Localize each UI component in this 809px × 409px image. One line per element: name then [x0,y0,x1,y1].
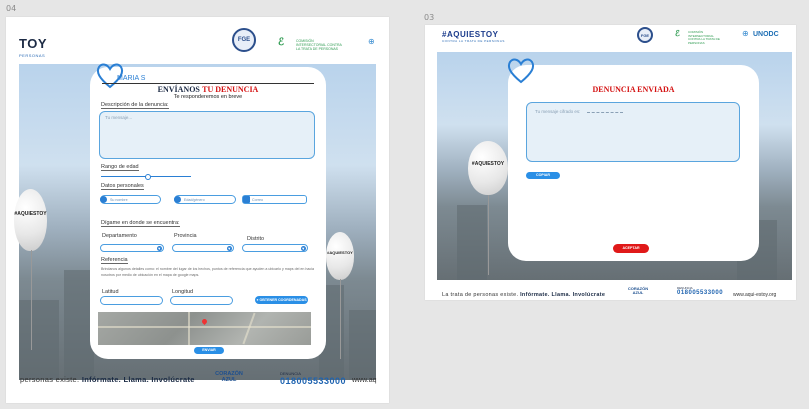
fge-seal-icon: FGE [232,28,256,52]
form-title: ENVÍANOS TU DENUNCIA [157,85,259,94]
commission-logo-icon: ℰ [278,37,285,48]
reference-label: Referencia [101,257,128,264]
name-field[interactable]: Su nombre [100,195,161,204]
description-textarea[interactable]: Tu mensaje... [99,111,315,159]
copy-button[interactable]: COPIAR [526,172,560,179]
google-map[interactable] [98,312,311,345]
website-url: www.aqui-estoy.org [733,292,777,298]
balloon-left: #AQUIESTOY [14,189,47,251]
age-range-label: Rango de edad [101,164,139,171]
brand-sub: PERSONAS [19,53,46,58]
department-select[interactable]: ▼ [100,244,164,252]
description-label: Descripción de la denuncia: [101,102,169,109]
section-label-left: 04 [6,4,17,13]
age-gender-field[interactable]: Edad/género [174,195,236,204]
chevron-down-icon: ▼ [300,245,306,251]
encrypted-message-textarea[interactable]: Tu mensaje cifrado es: [526,102,740,162]
latitude-label: Latitud [102,289,119,295]
poster-left: TOY PERSONAS FGE ℰ COMISIÓN INTERSECTORI… [6,17,389,403]
brand-logo: #AQUIESTOY [442,30,499,39]
province-label: Provincia [174,233,197,239]
unodc-logo: UNODC [753,31,779,38]
department-label: Departamento [102,233,137,239]
user-name: MARIA S [117,75,146,82]
fge-seal-icon: FGE [637,27,653,43]
location-label: Dígame en donde se encuentra: [101,220,180,227]
section-label-right: 03 [424,13,435,22]
district-select[interactable]: ▼ [242,244,308,252]
heart-icon [507,58,535,84]
get-coordinates-button[interactable]: ● OBTENER COORDENADAS [255,296,308,304]
commission-logo-icon: ℰ [675,29,680,38]
longitude-field[interactable] [170,296,233,305]
balloon-left: #AQUIESTOY [468,141,508,195]
confirmation-card: DENUNCIA ENVIADA Tu mensaje cifrado es: … [507,58,759,261]
denuncia-phone: 018005533000 [677,290,724,296]
map-pin-icon [200,317,209,326]
accept-button[interactable]: ACEPTAR [613,244,649,253]
report-form-card: MARIA S ENVÍANOS TU DENUNCIA Te responde… [90,63,326,359]
website-url: www.aq [352,377,377,384]
personal-data-label: Datos personales [101,183,144,190]
corazon-azul-logo: CORAZÓN AZUL [215,371,243,383]
send-button[interactable]: ENVIAR [194,347,224,354]
brand-sub: CONTRA LA TRATA DE PERSONAS [442,39,505,43]
balloon-right: #AQUIESTOY [326,232,354,280]
latitude-field[interactable] [100,296,163,305]
form-subtitle: Te responderemos en breve [173,94,243,100]
reference-help-text: Brindanos algunos detalles como: el nomb… [101,267,314,277]
footer-slogan: personas existe. Infórmate. Llama. Invol… [20,375,195,384]
chevron-down-icon: ▼ [226,245,232,251]
brand-logo: TOY [19,36,47,51]
age-range-slider[interactable] [101,174,191,180]
footer-slogan: La trata de personas existe. Infórmate. … [442,292,606,298]
corazon-azul-logo: CORAZÓN AZUL [627,286,649,295]
district-label: Distrito [247,236,265,242]
chevron-down-icon: ▼ [156,245,162,251]
email-field[interactable]: Correo [242,195,307,204]
denuncia-phone: 018005533000 [280,376,347,386]
province-select[interactable]: ▼ [172,244,234,252]
un-emblem-icon: ⊕ [368,37,375,46]
commission-text: COMISIÓN INTERSECTORIAL CONTRA LA TRATA … [296,39,342,51]
longitude-label: Longitud [172,289,194,295]
commission-text: COMISIÓN INTERSECTORIAL CONTRA LA TRATA … [688,30,720,45]
poster-right: #AQUIESTOY CONTRA LA TRATA DE PERSONAS F… [425,25,796,300]
sent-title: DENUNCIA ENVIADA [592,85,675,94]
un-emblem-icon: ⊕ [742,29,749,38]
